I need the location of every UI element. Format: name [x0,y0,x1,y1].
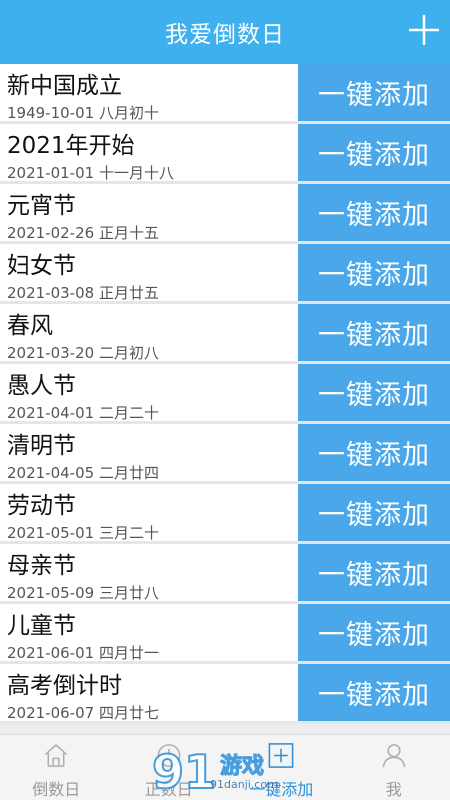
one-click-add-button[interactable]: 一键添加 [298,484,450,541]
one-click-add-button[interactable]: 一键添加 [298,244,450,301]
holiday-list: 新中国成立 1949-10-01 八月初十 一键添加 2021年开始 2021-… [0,64,450,734]
tab-one-click-add[interactable]: 一键添加 [225,735,338,800]
home-icon [45,743,68,767]
tab-label: 倒数日 [32,780,81,799]
item-date: 2021-06-07 四月廿七 [7,704,159,722]
list-item: 2021年开始 2021-01-01 十一月十八 一键添加 [0,124,450,184]
list-item: 高考倒计时 2021-06-07 四月廿七 一键添加 [0,664,450,724]
list-item: 清明节 2021-04-05 二月廿四 一键添加 [0,424,450,484]
item-date: 2021-06-01 四月廿一 [7,644,159,662]
item-name: 儿童节 [7,613,76,639]
item-name: 母亲节 [7,553,76,579]
item-date: 2021-02-26 正月十五 [7,224,159,242]
item-date: 2021-05-01 三月二十 [7,524,159,542]
list-item: 母亲节 2021-05-09 三月廿八 一键添加 [0,544,450,604]
list-item: 新中国成立 1949-10-01 八月初十 一键添加 [0,64,450,124]
app-header: 我爱倒数日 [0,0,450,64]
item-name: 春风 [7,313,53,339]
one-click-add-button[interactable]: 一键添加 [298,364,450,421]
one-click-add-button[interactable]: 一键添加 [298,604,450,661]
bottom-tab-bar: 倒数日 正数日 一键添加 我 [0,734,450,800]
item-name: 劳动节 [7,493,76,519]
item-date: 2021-05-09 三月廿八 [7,584,159,602]
list-item: 元宵节 2021-02-26 正月十五 一键添加 [0,184,450,244]
plus-icon [409,15,439,45]
item-name: 高考倒计时 [7,673,122,699]
item-name: 元宵节 [7,193,76,219]
user-icon [382,744,406,768]
one-click-add-button[interactable]: 一键添加 [298,424,450,481]
item-date: 2021-03-20 二月初八 [7,344,159,362]
list-item: 春风 2021-03-20 二月初八 一键添加 [0,304,450,364]
tab-label: 一键添加 [249,780,314,799]
list-item: 劳动节 2021-05-01 三月二十 一键添加 [0,484,450,544]
item-name: 2021年开始 [7,133,135,159]
item-date: 2021-01-01 十一月十八 [7,164,174,182]
item-date: 2021-04-01 二月二十 [7,404,159,422]
list-item: 愚人节 2021-04-01 二月二十 一键添加 [0,364,450,424]
one-click-add-button[interactable]: 一键添加 [298,544,450,601]
item-date: 2021-04-05 二月廿四 [7,464,159,482]
item-name: 妇女节 [7,253,76,279]
one-click-add-button[interactable]: 一键添加 [298,64,450,121]
add-button[interactable] [404,10,444,50]
item-date: 2021-03-08 正月廿五 [7,284,159,302]
list-item: 妇女节 2021-03-08 正月廿五 一键添加 [0,244,450,304]
item-name: 新中国成立 [7,73,122,99]
one-click-add-button[interactable]: 一键添加 [298,304,450,361]
tab-count-up[interactable]: 正数日 [113,735,226,800]
item-name: 愚人节 [7,373,76,399]
tab-countdown[interactable]: 倒数日 [0,735,113,800]
page-title: 我爱倒数日 [165,22,285,48]
tab-me[interactable]: 我 [338,735,450,800]
add-box-icon [268,743,294,768]
tab-label: 正数日 [144,780,193,799]
clock-icon [157,744,181,767]
item-date: 1949-10-01 八月初十 [7,104,159,122]
one-click-add-button[interactable]: 一键添加 [298,124,450,181]
one-click-add-button[interactable]: 一键添加 [298,664,450,721]
list-item: 儿童节 2021-06-01 四月廿一 一键添加 [0,604,450,664]
tab-label: 我 [385,780,402,799]
one-click-add-button[interactable]: 一键添加 [298,184,450,241]
item-name: 清明节 [7,433,76,459]
